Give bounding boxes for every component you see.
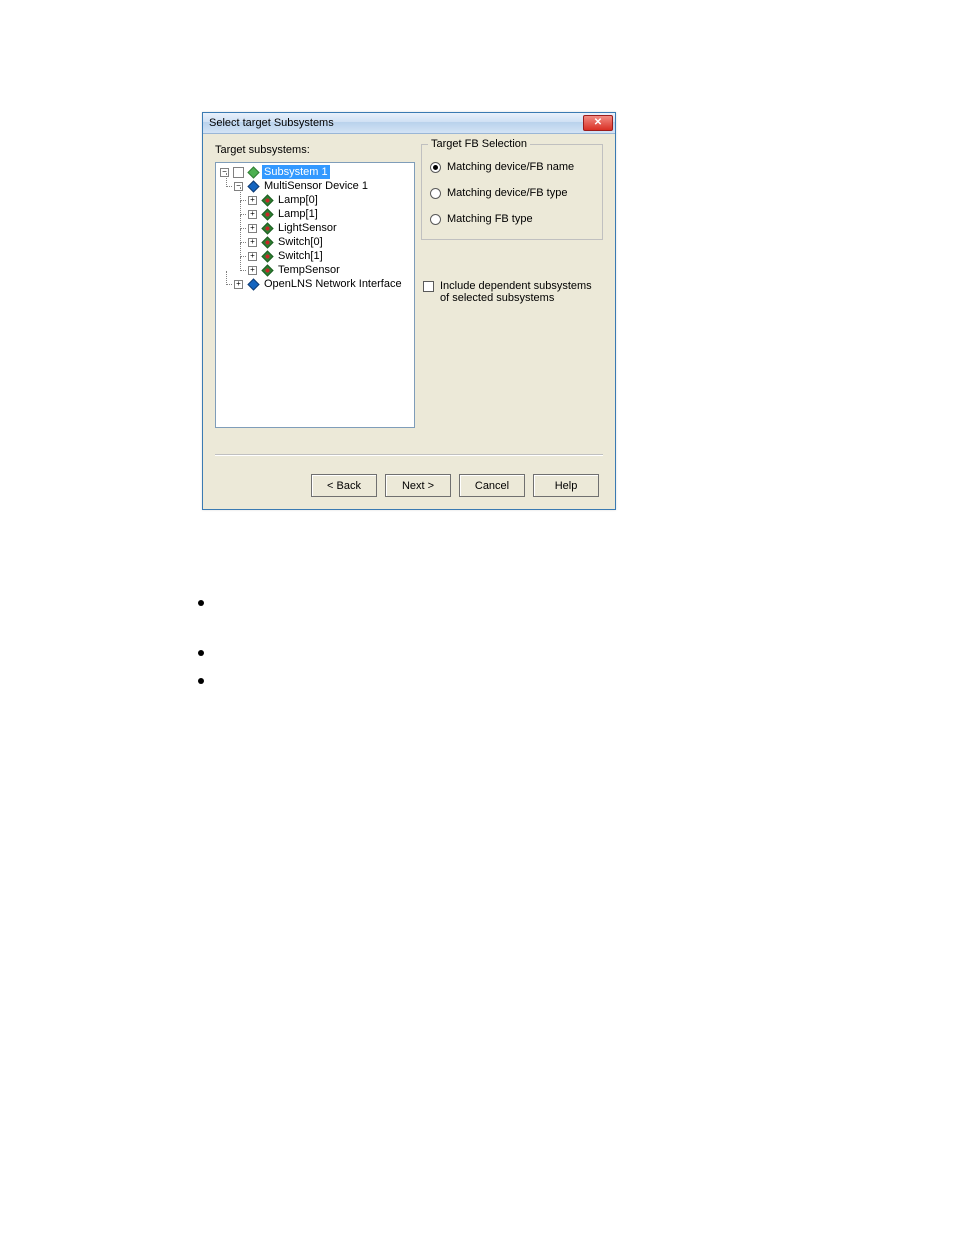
- fb-icon: [261, 208, 274, 221]
- collapse-icon[interactable]: −: [234, 182, 243, 191]
- groupbox-target-fb-selection: Target FB Selection Matching device/FB n…: [421, 144, 603, 240]
- tree-label: LightSensor: [276, 221, 339, 235]
- radio-icon[interactable]: [430, 214, 441, 225]
- tree-label: OpenLNS Network Interface: [262, 277, 404, 291]
- expand-icon[interactable]: +: [234, 280, 243, 289]
- checkbox-include-dependent[interactable]: Include dependent subsystems of selected…: [423, 280, 603, 304]
- radio-matching-name[interactable]: Matching device/FB name: [430, 161, 596, 173]
- tree-node-subsystem-1[interactable]: − Subsystem 1: [220, 165, 414, 179]
- fb-icon: [261, 236, 274, 249]
- tree-label: Subsystem 1: [262, 165, 330, 179]
- tree-label: TempSensor: [276, 263, 342, 277]
- groupbox-legend: Target FB Selection: [428, 138, 530, 150]
- fb-icon: [261, 264, 274, 277]
- fb-icon: [261, 250, 274, 263]
- bullet-icon: [198, 600, 204, 606]
- fb-icon: [261, 194, 274, 207]
- tree-node-lamp1[interactable]: + Lamp[1]: [248, 207, 414, 221]
- radio-label: Matching device/FB type: [447, 187, 567, 199]
- cancel-button[interactable]: Cancel: [459, 474, 525, 497]
- tree-checkbox[interactable]: [233, 167, 244, 178]
- radio-icon[interactable]: [430, 162, 441, 173]
- device-icon: [247, 278, 260, 291]
- expand-icon[interactable]: +: [248, 210, 257, 219]
- tree-label: Switch[0]: [276, 235, 325, 249]
- dialog-select-target-subsystems: Select target Subsystems ✕ Target subsys…: [202, 112, 616, 510]
- tree-label: MultiSensor Device 1: [262, 179, 370, 193]
- tree-node-multisensor[interactable]: − MultiSensor Device 1: [234, 179, 414, 193]
- tree-label: Switch[1]: [276, 249, 325, 263]
- tree-node-openlns[interactable]: + OpenLNS Network Interface: [234, 277, 414, 291]
- help-button[interactable]: Help: [533, 474, 599, 497]
- bullet-icon: [198, 678, 204, 684]
- tree-node-switch1[interactable]: + Switch[1]: [248, 249, 414, 263]
- expand-icon[interactable]: +: [248, 266, 257, 275]
- tree-node-lightsensor[interactable]: + LightSensor: [248, 221, 414, 235]
- radio-matching-device-type[interactable]: Matching device/FB type: [430, 187, 596, 199]
- expand-icon[interactable]: +: [248, 196, 257, 205]
- checkbox-label: Include dependent subsystems of selected…: [440, 280, 603, 304]
- checkbox-icon[interactable]: [423, 281, 434, 292]
- page-bullets: [198, 600, 204, 728]
- tree-node-tempsensor[interactable]: + TempSensor: [248, 263, 414, 277]
- titlebar[interactable]: Select target Subsystems ✕: [203, 113, 615, 134]
- device-icon: [247, 180, 260, 193]
- tree-node-lamp0[interactable]: + Lamp[0]: [248, 193, 414, 207]
- subsystem-icon: [247, 166, 260, 179]
- bullet-icon: [198, 650, 204, 656]
- expand-icon[interactable]: +: [248, 252, 257, 261]
- close-icon[interactable]: ✕: [583, 115, 613, 131]
- radio-label: Matching device/FB name: [447, 161, 574, 173]
- radio-label: Matching FB type: [447, 213, 533, 225]
- fb-icon: [261, 222, 274, 235]
- label-target-subsystems: Target subsystems:: [215, 144, 310, 156]
- radio-icon[interactable]: [430, 188, 441, 199]
- expand-icon[interactable]: +: [248, 238, 257, 247]
- tree-label: Lamp[1]: [276, 207, 320, 221]
- radio-matching-fb-type[interactable]: Matching FB type: [430, 213, 596, 225]
- tree-label: Lamp[0]: [276, 193, 320, 207]
- dialog-title: Select target Subsystems: [209, 117, 334, 129]
- expand-icon[interactable]: +: [248, 224, 257, 233]
- back-button[interactable]: < Back: [311, 474, 377, 497]
- separator: [215, 454, 603, 456]
- tree-node-switch0[interactable]: + Switch[0]: [248, 235, 414, 249]
- subsystem-tree[interactable]: − Subsystem 1 −: [215, 162, 415, 428]
- next-button[interactable]: Next >: [385, 474, 451, 497]
- collapse-icon[interactable]: −: [220, 168, 229, 177]
